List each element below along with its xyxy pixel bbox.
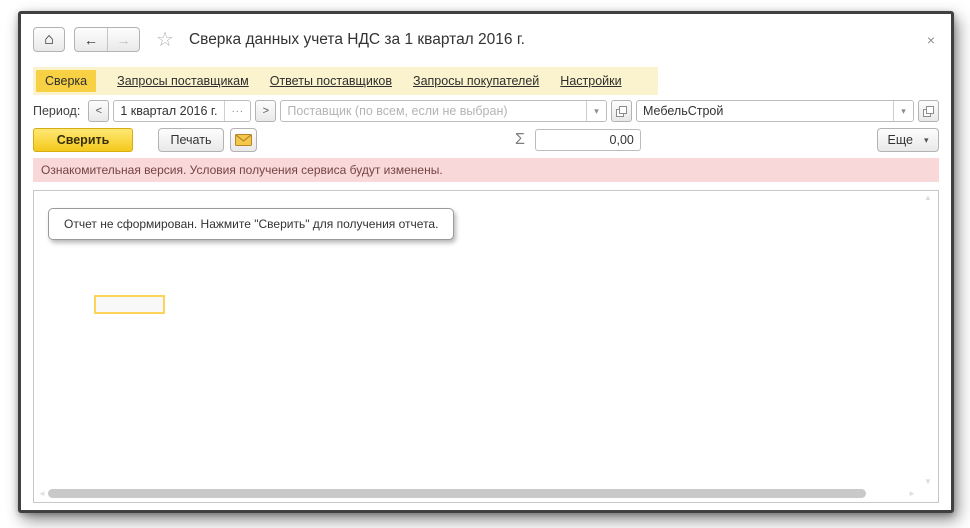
total-field [534, 129, 641, 151]
tab-zaprosy-pokupateley[interactable]: Запросы покупателей [413, 74, 539, 88]
close-icon[interactable]: × [923, 31, 939, 49]
back-button[interactable]: ← [75, 28, 107, 51]
period-next-button[interactable]: > [255, 100, 277, 122]
forward-button[interactable]: → [107, 28, 139, 51]
trial-notice-text: Ознакомительная версия. Условия получени… [41, 163, 443, 177]
scroll-right-icon[interactable]: ► [906, 489, 918, 498]
tabstrip-row: Сверка Запросы поставщикам Ответы постав… [21, 56, 951, 95]
tab-zaprosy-postavshchikam[interactable]: Запросы поставщикам [117, 74, 249, 88]
scroll-left-icon[interactable]: ◄ [36, 489, 48, 498]
horizontal-scrollbar[interactable]: ◄ ► [36, 487, 918, 499]
supplier-field: ▾ [280, 100, 607, 122]
empty-report-message: Отчет не сформирован. Нажмите "Сверить" … [48, 208, 455, 240]
history-nav: ← → [74, 27, 140, 52]
app-window: ⌂ ← → ☆ Сверка данных учета НДС за 1 ква… [18, 11, 954, 513]
organization-dropdown-icon[interactable]: ▾ [893, 101, 913, 121]
chevron-down-icon: ▾ [923, 134, 929, 145]
report-area: Отчет не сформирован. Нажмите "Сверить" … [33, 190, 939, 503]
filter-row: Период: < ... > ▾ ▾ [21, 95, 951, 123]
scroll-down-icon[interactable]: ▼ [924, 477, 932, 486]
more-label: Еще [887, 133, 913, 147]
open-list-icon [616, 105, 627, 117]
compare-button[interactable]: Сверить [33, 128, 133, 152]
supplier-open-button[interactable] [611, 100, 632, 122]
tab-otvety-postavshchikov[interactable]: Ответы поставщиков [270, 74, 392, 88]
organization-field: ▾ [636, 100, 914, 122]
trial-notice-bar: Ознакомительная версия. Условия получени… [33, 158, 939, 182]
horizontal-scrollbar-thumb[interactable] [48, 488, 866, 498]
home-icon: ⌂ [44, 30, 54, 48]
tab-sverka[interactable]: Сверка [36, 70, 97, 92]
favorite-star-icon[interactable]: ☆ [156, 30, 174, 50]
supplier-dropdown-icon[interactable]: ▾ [586, 101, 606, 121]
forward-icon: → [116, 31, 131, 48]
period-prev-button[interactable]: < [88, 100, 110, 122]
period-input[interactable] [114, 101, 225, 121]
open-list-icon [923, 105, 934, 117]
period-label: Период: [33, 104, 81, 118]
more-button[interactable]: Еще ▾ [877, 128, 939, 152]
focused-empty-cell[interactable] [94, 295, 165, 314]
back-icon: ← [84, 31, 98, 48]
page-title: Сверка данных учета НДС за 1 квартал 201… [188, 30, 525, 48]
period-field: ... [113, 100, 252, 122]
scroll-up-icon[interactable]: ▲ [924, 193, 932, 202]
supplier-input[interactable] [281, 101, 586, 121]
period-choose-button[interactable]: ... [224, 101, 251, 121]
envelope-icon [235, 134, 252, 146]
organization-input[interactable] [637, 101, 893, 121]
send-mail-button[interactable] [230, 128, 257, 152]
home-button[interactable]: ⌂ [33, 27, 65, 52]
vertical-scrollbar[interactable]: ▲ ▼ [920, 193, 936, 486]
toolbar-row: Сверить Печать Σ Еще ▾ [21, 123, 951, 152]
tab-nastroyki[interactable]: Настройки [560, 74, 621, 88]
print-button[interactable]: Печать [158, 128, 224, 152]
organization-open-button[interactable] [918, 100, 939, 122]
total-input[interactable] [535, 130, 640, 150]
window-header: ⌂ ← → ☆ Сверка данных учета НДС за 1 ква… [21, 14, 951, 56]
tabstrip: Сверка Запросы поставщикам Ответы постав… [33, 67, 658, 95]
sigma-icon: Σ [515, 131, 525, 148]
